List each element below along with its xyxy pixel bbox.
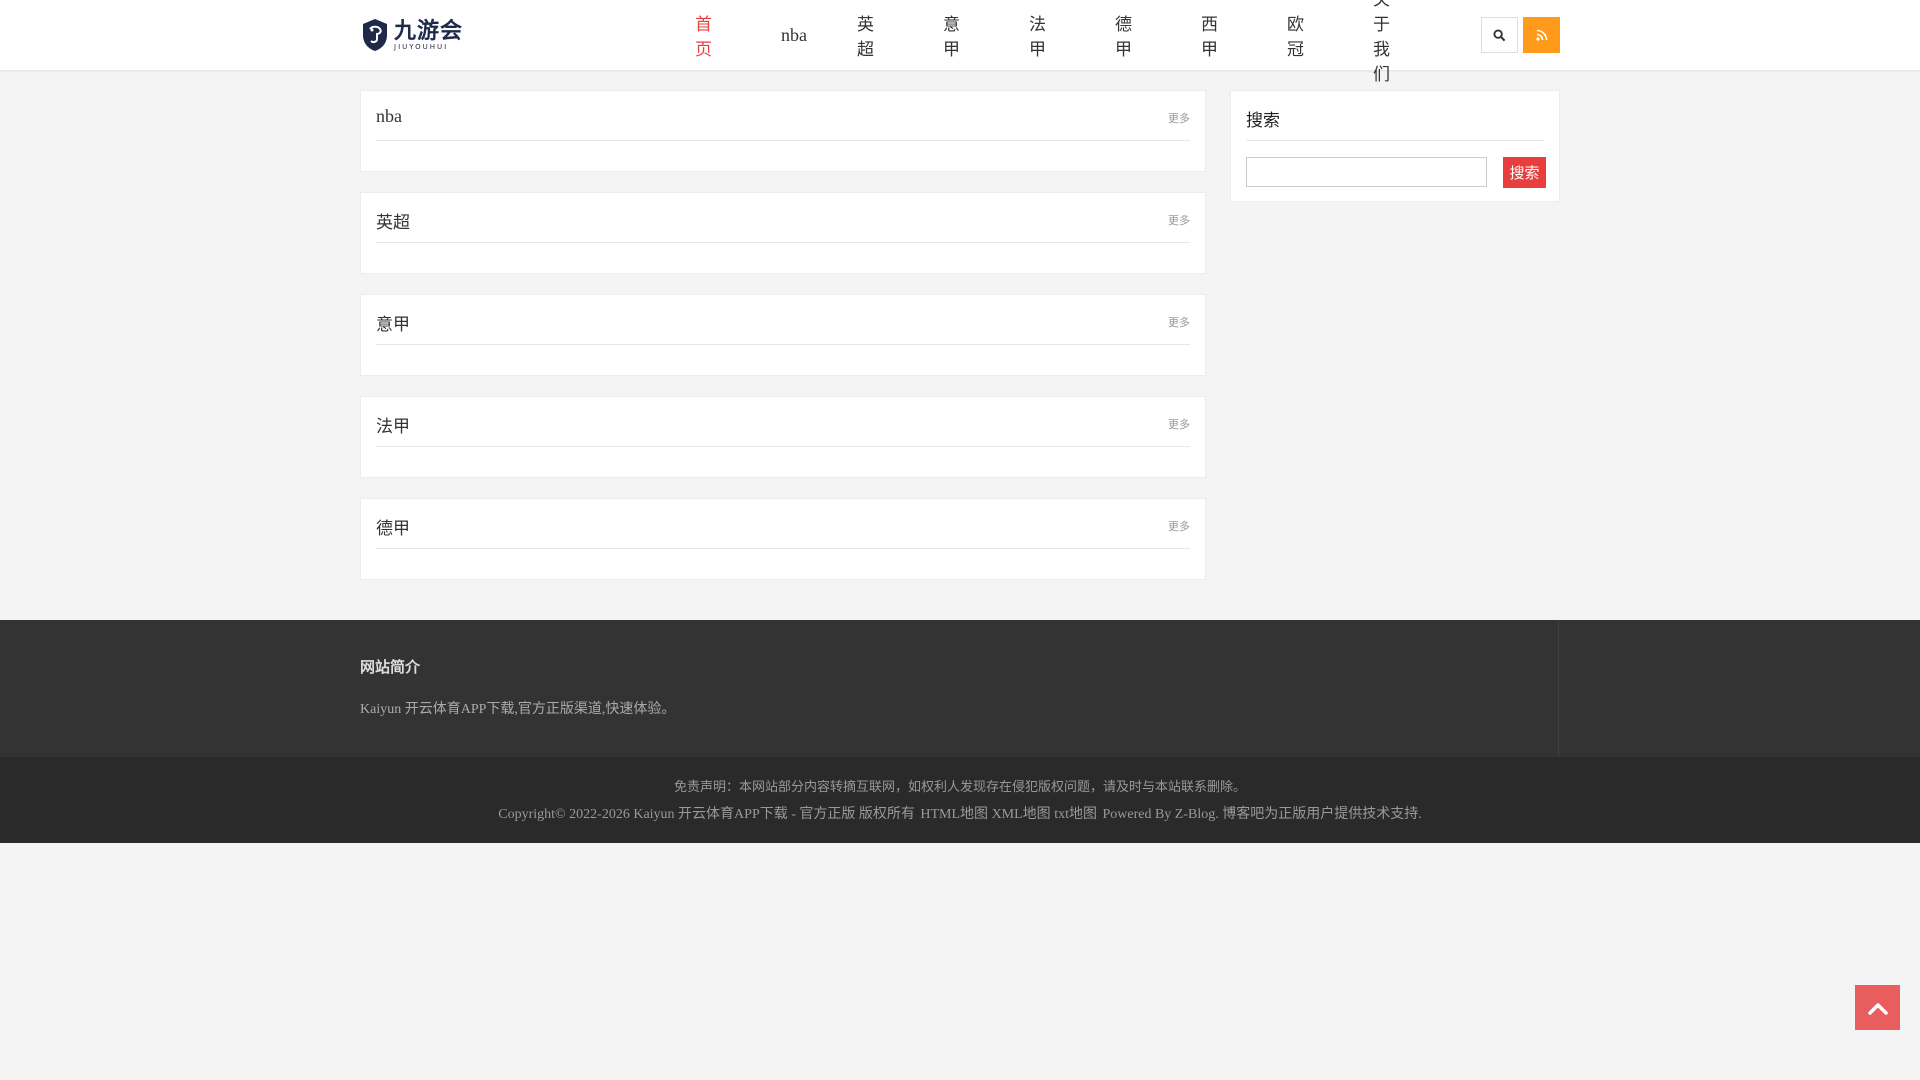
footer-divider: [1558, 620, 1559, 757]
rss-icon: [1535, 29, 1547, 41]
section-card-serie-a: 意甲 更多: [360, 294, 1206, 376]
nav-item-champions-league[interactable]: 欧冠: [1287, 10, 1304, 60]
widget-header: 搜索: [1246, 91, 1544, 141]
section-header: 意甲 更多: [376, 295, 1190, 345]
nav-item-bundesliga[interactable]: 德甲: [1115, 10, 1132, 60]
html-sitemap-link[interactable]: HTML地图: [920, 807, 988, 822]
footer-heading: 网站简介: [360, 658, 421, 676]
footer-bottom-bar: 免责声明：本网站部分内容转摘互联网，如权利人发现存在侵犯版权问题，请及时与本站联…: [0, 757, 1920, 843]
nav-item-ligue-1[interactable]: 法甲: [1029, 10, 1046, 60]
more-link[interactable]: 更多: [1168, 212, 1190, 228]
chevron-up-icon: [1867, 1002, 1888, 1015]
txt-sitemap-link[interactable]: txt地图: [1054, 807, 1097, 822]
header-search-button[interactable]: [1481, 17, 1518, 53]
section-title: nba: [376, 106, 402, 126]
section-header: 德甲 更多: [376, 499, 1190, 549]
section-title: 意甲: [376, 315, 410, 335]
section-title: 英超: [376, 213, 410, 233]
nav-item-nba[interactable]: nba: [781, 25, 807, 46]
section-card-ligue-1: 法甲 更多: [360, 396, 1206, 478]
site-footer: 网站简介 Kaiyun 开云体育APP下载,官方正版渠道,快速体验。: [0, 620, 1920, 757]
nav-item-home[interactable]: 首页: [695, 10, 712, 60]
copyright-line: Copyright© 2022-2026 Kaiyun 开云体育APP下载 - …: [0, 803, 1920, 823]
logo-name: 九游会: [394, 17, 464, 44]
logo-subtitle: JIUYOUHUI: [394, 42, 449, 51]
nav-item-la-liga[interactable]: 西甲: [1201, 10, 1218, 60]
section-card-premier-league: 英超 更多: [360, 192, 1206, 274]
section-title: 法甲: [376, 417, 410, 437]
search-icon: [1493, 28, 1506, 41]
more-link[interactable]: 更多: [1168, 518, 1190, 534]
section-card-bundesliga: 德甲 更多: [360, 498, 1206, 580]
section-title: 德甲: [376, 519, 410, 539]
section-header: 法甲 更多: [376, 397, 1190, 447]
search-submit-button[interactable]: 搜索: [1503, 157, 1546, 188]
site-logo[interactable]: 九游会 JIUYOUHUI: [360, 15, 470, 55]
copyright-text: Copyright© 2022-2026 Kaiyun 开云体育APP下载 - …: [498, 807, 915, 822]
search-input[interactable]: [1246, 157, 1487, 187]
sidebar-search-widget: 搜索 搜索: [1230, 90, 1560, 202]
section-card-nba: nba 更多: [360, 90, 1206, 172]
xml-sitemap-link[interactable]: XML地图: [992, 807, 1051, 822]
back-to-top-button[interactable]: [1855, 985, 1900, 1030]
footer-description: Kaiyun 开云体育APP下载,官方正版渠道,快速体验。: [360, 702, 676, 717]
nav-item-serie-a[interactable]: 意甲: [943, 10, 960, 60]
site-header: 九游会 JIUYOUHUI 首页 nba 英超 意甲 法甲 德甲 西甲 欧冠 关…: [0, 0, 1920, 85]
disclaimer-text: 免责声明：本网站部分内容转摘互联网，如权利人发现存在侵犯版权问题，请及时与本站联…: [673, 780, 1246, 795]
logo-emblem-icon: [363, 19, 387, 51]
more-link[interactable]: 更多: [1168, 416, 1190, 432]
more-link[interactable]: 更多: [1168, 110, 1190, 126]
rss-button[interactable]: [1523, 17, 1560, 53]
more-link[interactable]: 更多: [1168, 314, 1190, 330]
widget-title: 搜索: [1246, 111, 1280, 131]
powered-by-text: Powered By Z-Blog. 博客吧为正版用户提供技术支持.: [1102, 807, 1422, 822]
section-header: nba 更多: [376, 91, 1190, 141]
section-header: 英超 更多: [376, 193, 1190, 243]
nav-item-about[interactable]: 关于我们: [1373, 0, 1390, 85]
nav-item-premier-league[interactable]: 英超: [857, 10, 874, 60]
